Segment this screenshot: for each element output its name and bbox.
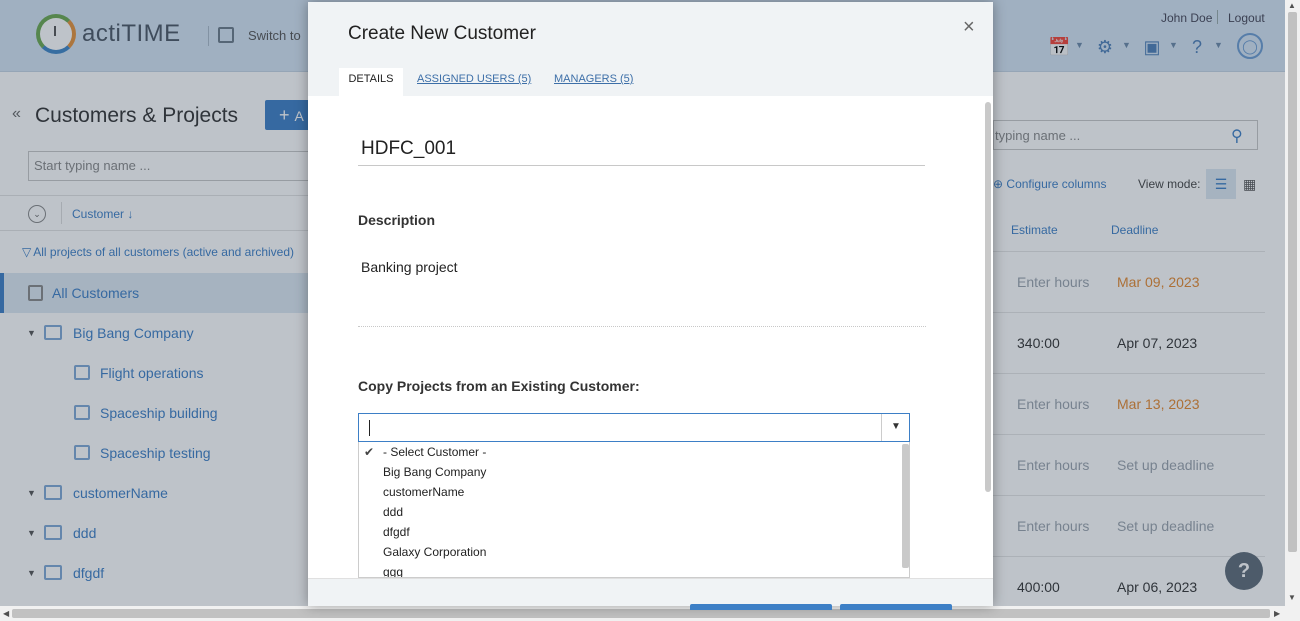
dialog-footer [308,578,993,610]
dialog-scrollbar[interactable] [985,102,991,492]
dropdown-option[interactable]: Big Bang Company [359,462,909,482]
dropdown-scrollbar[interactable] [902,444,909,568]
scroll-right-icon[interactable]: ▶ [1274,609,1280,618]
copy-projects-label: Copy Projects from an Existing Customer: [358,378,640,394]
text-cursor [369,420,370,436]
dropdown-option[interactable]: ✔ - Select Customer - [359,442,909,462]
dropdown-option-label: ggg [383,565,404,578]
dropdown-option-label: customerName [383,485,465,499]
dropdown-option-label: Big Bang Company [383,465,487,479]
dropdown-option-label: Galaxy Corporation [383,545,487,559]
chevron-down-icon[interactable]: ▼ [891,421,901,432]
tab-details[interactable]: DETAILS [339,68,403,96]
tab-managers[interactable]: MANAGERS (5) [554,68,633,96]
customer-dropdown-list[interactable]: ✔ - Select Customer - Big Bang Company cust… [358,442,910,578]
page-horizontal-scrollbar[interactable]: ◀ ▶ [0,606,1300,621]
dropdown-option-label: - Select Customer - [383,445,487,459]
divider [881,414,882,441]
scrollbar-thumb[interactable] [12,609,1270,618]
dialog-header: Create New Customer × DETAILS ASSIGNED U… [308,2,993,96]
page-vertical-scrollbar[interactable]: ▲ ▼ [1285,0,1300,606]
create-customer-button[interactable] [690,604,832,610]
dropdown-option[interactable]: dfgdf [359,522,909,542]
dropdown-option[interactable]: Galaxy Corporation [359,542,909,562]
description-input[interactable]: Banking project [358,250,926,327]
dropdown-options: ✔ - Select Customer - Big Bang Company cust… [359,442,909,578]
scroll-up-icon[interactable]: ▲ [1288,1,1296,10]
close-icon[interactable]: × [963,16,975,39]
customer-name-input[interactable]: HDFC_001 [358,134,925,166]
tab-assigned-users[interactable]: ASSIGNED USERS (5) [417,68,531,96]
dropdown-option-label: ddd [383,505,404,519]
dialog-title: Create New Customer [348,23,536,44]
cancel-button[interactable] [840,604,952,610]
dropdown-option[interactable]: ddd [359,502,909,522]
scrollbar-thumb[interactable] [1288,12,1297,552]
create-customer-dialog: Create New Customer × DETAILS ASSIGNED U… [308,2,993,610]
scroll-down-icon[interactable]: ▼ [1288,593,1296,602]
dropdown-option-label: dfgdf [383,525,410,539]
copy-customer-combobox[interactable]: ▼ [358,413,910,442]
scroll-left-icon[interactable]: ◀ [3,609,9,618]
dropdown-option[interactable]: customerName [359,482,909,502]
description-label: Description [358,212,436,228]
checkmark-icon: ✔ [364,445,375,459]
dialog-body: HDFC_001 Description Banking project Cop… [308,96,993,578]
dropdown-option[interactable]: ggg [359,562,909,578]
